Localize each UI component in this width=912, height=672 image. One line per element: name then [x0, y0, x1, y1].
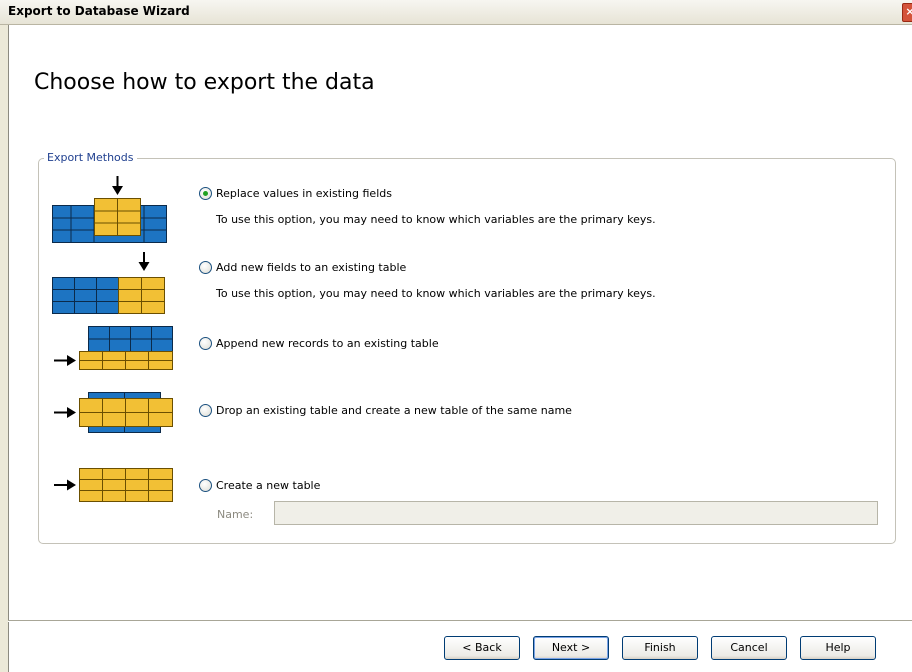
replace-values-radio[interactable]: [199, 187, 212, 200]
drop-table-label[interactable]: Drop an existing table and create a new …: [216, 404, 572, 417]
create-table-icon: [54, 468, 173, 502]
window-title: Export to Database Wizard: [8, 4, 190, 18]
replace-values-label[interactable]: Replace values in existing fields: [216, 187, 392, 200]
replace-values-description: To use this option, you may need to know…: [216, 213, 656, 226]
close-button[interactable]: ×: [902, 3, 912, 22]
page-title: Choose how to export the data: [34, 70, 375, 95]
drop-table-radio[interactable]: [199, 404, 212, 417]
footer-separator: [8, 620, 912, 622]
cancel-button[interactable]: Cancel: [711, 636, 787, 660]
create-table-radio[interactable]: [199, 479, 212, 492]
finish-button[interactable]: Finish: [622, 636, 698, 660]
next-button[interactable]: Next >: [533, 636, 609, 660]
title-bar: Export to Database Wizard ×: [0, 0, 912, 25]
append-records-radio[interactable]: [199, 337, 212, 350]
append-records-label[interactable]: Append new records to an existing table: [216, 337, 439, 350]
name-label: Name:: [217, 508, 254, 521]
add-fields-icon: [52, 252, 165, 314]
create-table-label[interactable]: Create a new table: [216, 479, 320, 492]
back-button[interactable]: < Back: [444, 636, 520, 660]
close-icon: ×: [905, 5, 912, 18]
append-records-icon: [54, 326, 173, 370]
add-fields-label[interactable]: Add new fields to an existing table: [216, 261, 406, 274]
help-button[interactable]: Help: [800, 636, 876, 660]
drop-table-icon: [54, 392, 173, 433]
add-fields-radio[interactable]: [199, 261, 212, 274]
table-name-input[interactable]: [274, 501, 878, 525]
export-methods-label: Export Methods: [44, 151, 137, 164]
add-fields-description: To use this option, you may need to know…: [216, 287, 656, 300]
replace-values-icon: [52, 176, 167, 243]
